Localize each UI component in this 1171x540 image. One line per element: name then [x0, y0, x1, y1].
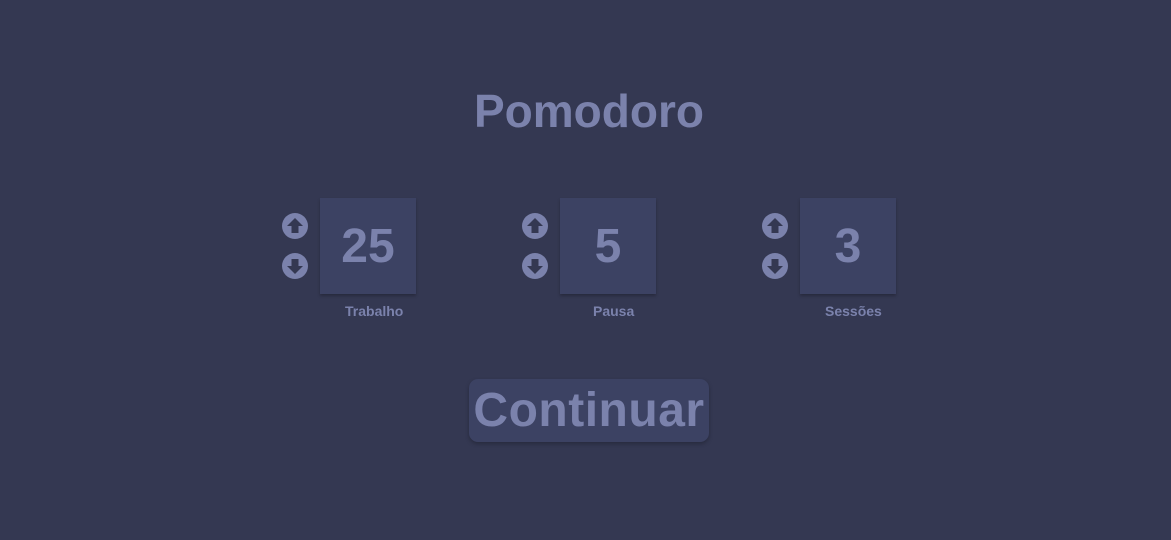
sessoes-increase-button[interactable]: [762, 213, 788, 239]
sessoes-value: 3: [800, 198, 896, 294]
trabalho-increase-button[interactable]: [282, 213, 308, 239]
sessoes-decrease-button[interactable]: [762, 253, 788, 279]
page-title: Pomodoro: [474, 85, 704, 137]
arrow-down-icon: [527, 259, 543, 274]
setting-trabalho: 25 Trabalho: [282, 198, 462, 328]
pausa-label: Pausa: [593, 303, 635, 319]
setting-pausa: 5 Pausa: [522, 198, 702, 328]
arrow-up-icon: [767, 218, 783, 233]
pausa-decrease-button[interactable]: [522, 253, 548, 279]
continue-button[interactable]: Continuar: [469, 379, 709, 442]
sessoes-label: Sessões: [825, 303, 882, 319]
trabalho-value: 25: [320, 198, 416, 294]
trabalho-decrease-button[interactable]: [282, 253, 308, 279]
pausa-value: 5: [560, 198, 656, 294]
arrow-up-icon: [527, 218, 543, 233]
pausa-increase-button[interactable]: [522, 213, 548, 239]
setting-sessoes: 3 Sessões: [762, 198, 942, 328]
arrow-down-icon: [767, 259, 783, 274]
trabalho-label: Trabalho: [345, 303, 404, 319]
arrow-up-icon: [287, 218, 303, 233]
arrow-down-icon: [287, 259, 303, 274]
